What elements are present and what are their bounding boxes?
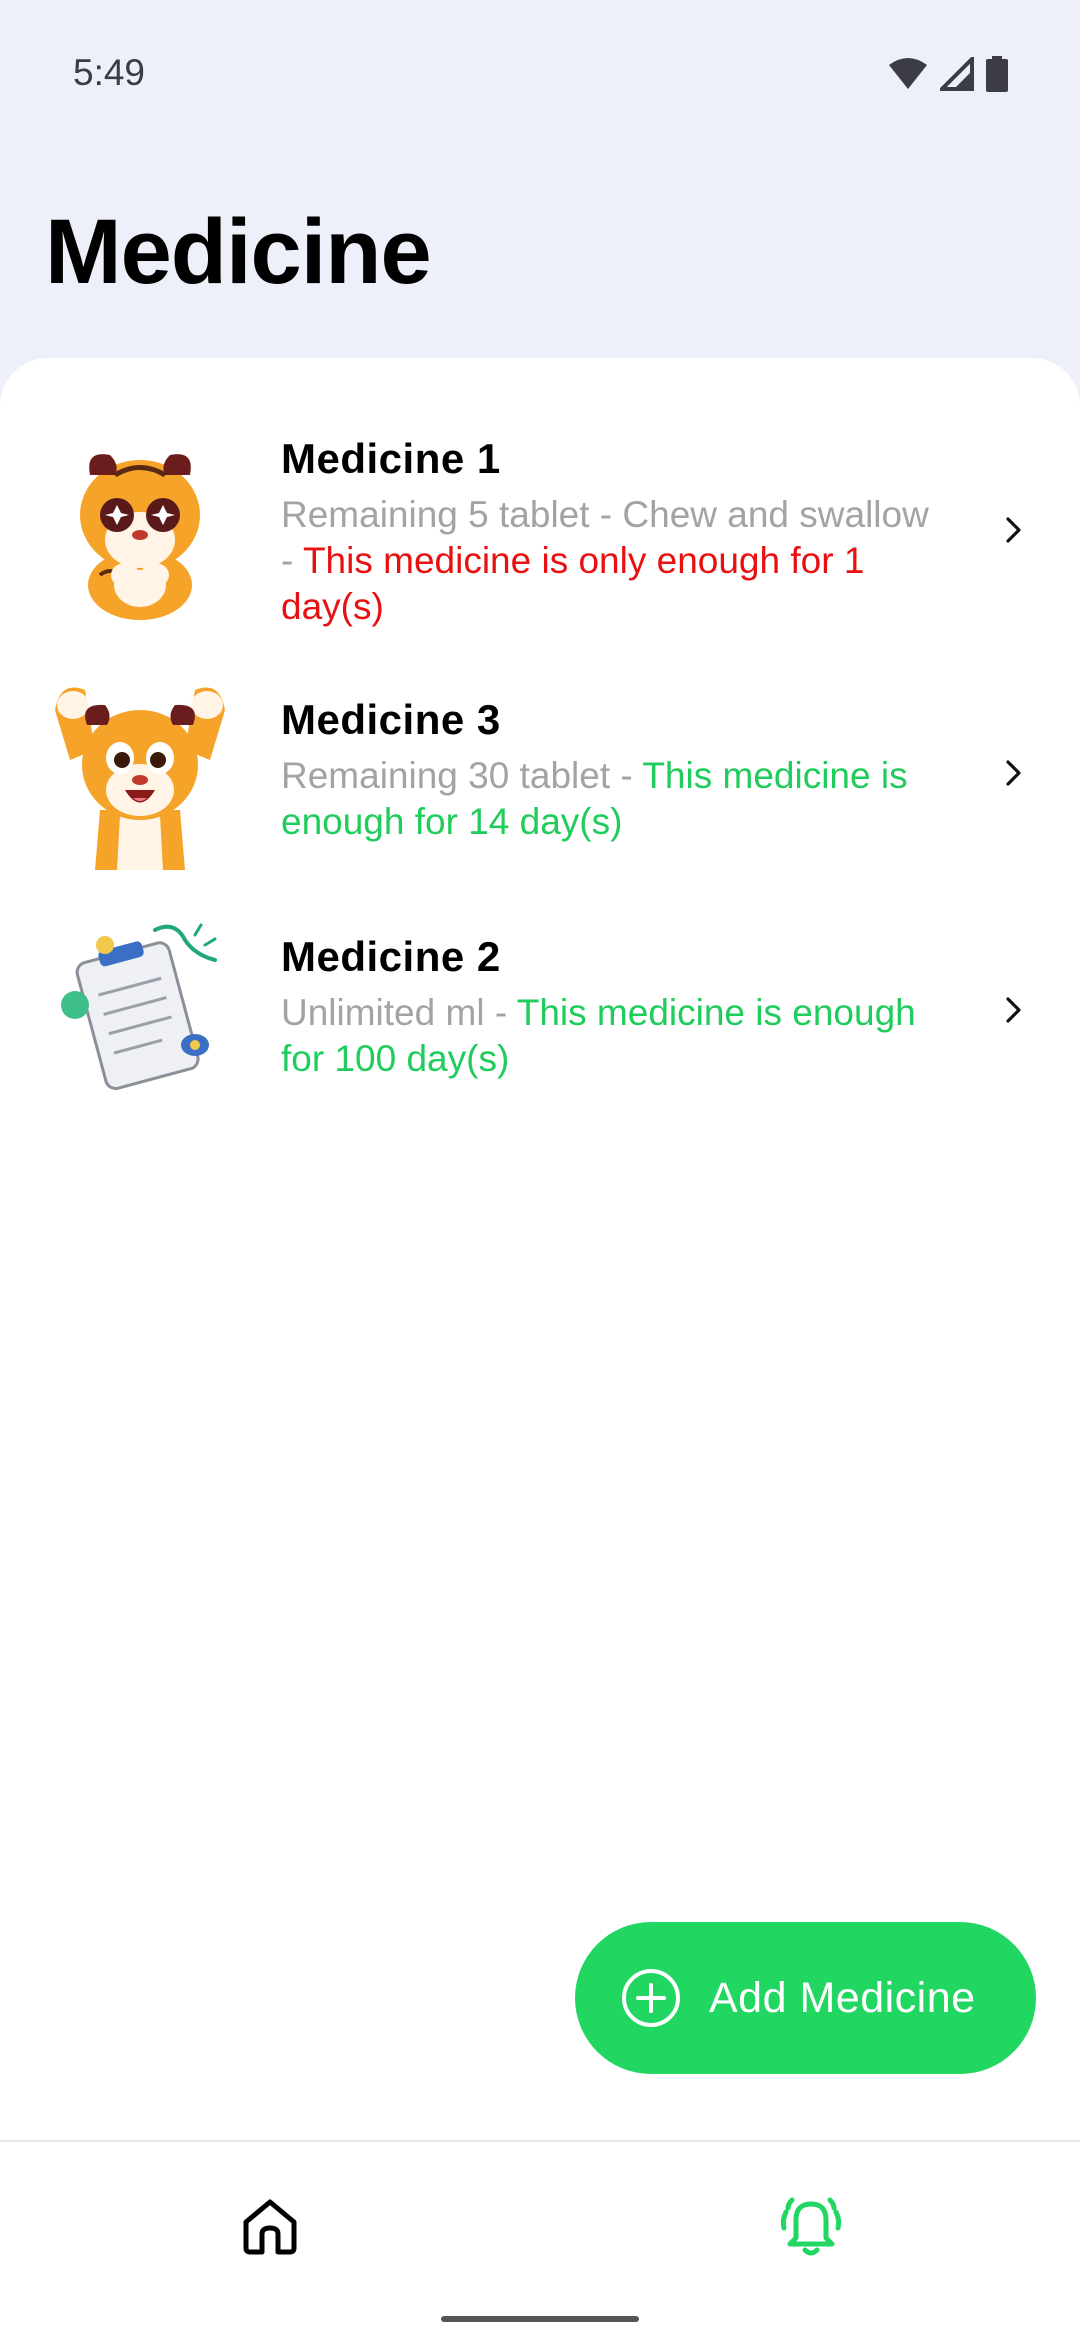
medicine-list-item[interactable]: Medicine 1 Remaining 5 tablet - Chew and…: [0, 420, 1080, 650]
medicine-remaining: Unlimited ml -: [281, 992, 517, 1033]
battery-icon: [986, 56, 1008, 92]
page-title: Medicine: [45, 201, 432, 303]
chevron-right-icon: [1006, 760, 1021, 786]
chevron-right-icon: [1006, 517, 1021, 543]
medicine-status: This medicine is only enough for 1 day(s…: [281, 540, 865, 627]
medicine-list-item[interactable]: Medicine 2 Unlimited ml - This medicine …: [0, 910, 1080, 1110]
medicine-list-item[interactable]: Medicine 3 Remaining 30 tablet - This me…: [0, 675, 1080, 875]
chevron-right-icon: [1006, 997, 1021, 1023]
medicine-text: Medicine 3 Remaining 30 tablet - This me…: [281, 693, 941, 845]
add-medicine-button[interactable]: Add Medicine: [575, 1922, 1036, 2074]
medicine-name: Medicine 1: [281, 435, 501, 482]
tiger-sticker-shy: [80, 454, 200, 620]
bottom-nav: [0, 2140, 1080, 2340]
medicine-description: Remaining 30 tablet - This medicine is e…: [281, 753, 941, 845]
medicine-text: Medicine 1 Remaining 5 tablet - Chew and…: [281, 432, 941, 630]
medicine-text: Medicine 2 Unlimited ml - This medicine …: [281, 930, 941, 1082]
tiger-sticker-cheer: [55, 687, 225, 870]
home-icon[interactable]: [238, 2194, 302, 2258]
status-bar: 5:49: [0, 0, 1080, 150]
medicine-remaining: Remaining 30 tablet -: [281, 755, 643, 796]
medicine-description: Unlimited ml - This medicine is enough f…: [281, 990, 941, 1082]
gesture-bar[interactable]: [441, 2316, 639, 2322]
eye-test-sticker: [61, 923, 217, 1090]
wifi-icon: [889, 58, 927, 89]
bell-icon[interactable]: [776, 2190, 846, 2260]
add-medicine-label: Add Medicine: [709, 1973, 976, 2022]
status-time: 5:49: [73, 52, 146, 93]
cellular-signal-icon: [940, 57, 974, 91]
medicine-name: Medicine 2: [281, 933, 501, 980]
status-icons: [888, 56, 1008, 92]
medicine-name: Medicine 3: [281, 696, 501, 743]
plus-circle-icon: [622, 1969, 680, 2027]
medicine-description: Remaining 5 tablet - Chew and swallow - …: [281, 492, 941, 630]
